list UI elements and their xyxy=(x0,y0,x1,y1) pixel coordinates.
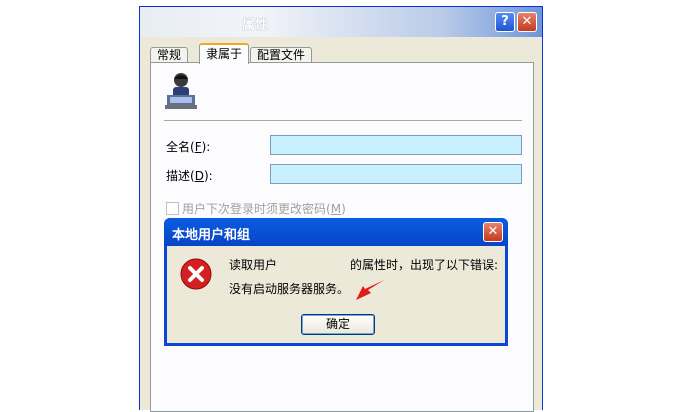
help-button[interactable]: ? xyxy=(495,12,515,32)
fullname-label: 全名(F): xyxy=(166,140,211,154)
window-close-button[interactable]: ✕ xyxy=(517,12,537,32)
change-password-label: 用户下次登录时须更改密码 xyxy=(182,202,327,216)
error-icon xyxy=(180,258,212,290)
dialog-titlebar[interactable]: 本地用户和组 ✕ xyxy=(164,218,508,246)
error-message-part2: 的属性时，出现了以下错误: xyxy=(350,258,499,272)
change-password-checkbox-row[interactable]: 用户下次登录时须更改密码(M) xyxy=(166,200,346,217)
ok-button[interactable]: 确定 xyxy=(301,314,375,335)
window-title: 属性 xyxy=(241,18,268,33)
tab-profile[interactable]: 配置文件 xyxy=(250,47,313,63)
dialog-title: 本地用户和组 xyxy=(172,228,251,243)
description-input[interactable] xyxy=(270,164,522,184)
description-label: 描述(D): xyxy=(166,169,213,183)
tab-member-of[interactable]: 隶属于 xyxy=(199,43,250,64)
fullname-input[interactable] xyxy=(270,135,522,155)
error-message-part1: 读取用户 xyxy=(229,258,278,272)
change-password-checkbox[interactable] xyxy=(166,202,179,215)
error-dialog: 本地用户和组 ✕ 读取用户 的属性时，出现了以下错误: 没有启动服务器服务。 确… xyxy=(164,218,508,346)
window-titlebar[interactable]: 属性 ? ✕ xyxy=(140,7,542,37)
user-icon xyxy=(165,73,197,109)
properties-window: 属性 ? ✕ 常规 隶属于 配置文件 全名(F): 描述(D): 用户下次登录时… xyxy=(139,6,543,412)
dialog-body: 读取用户 的属性时，出现了以下错误: 没有启动服务器服务。 确定 xyxy=(167,246,505,343)
separator xyxy=(164,120,522,121)
tab-general[interactable]: 常规 xyxy=(150,47,189,63)
dialog-close-button[interactable]: ✕ xyxy=(483,222,503,242)
error-detail: 没有启动服务器服务。 xyxy=(229,282,350,296)
red-arrow-icon xyxy=(356,280,384,300)
